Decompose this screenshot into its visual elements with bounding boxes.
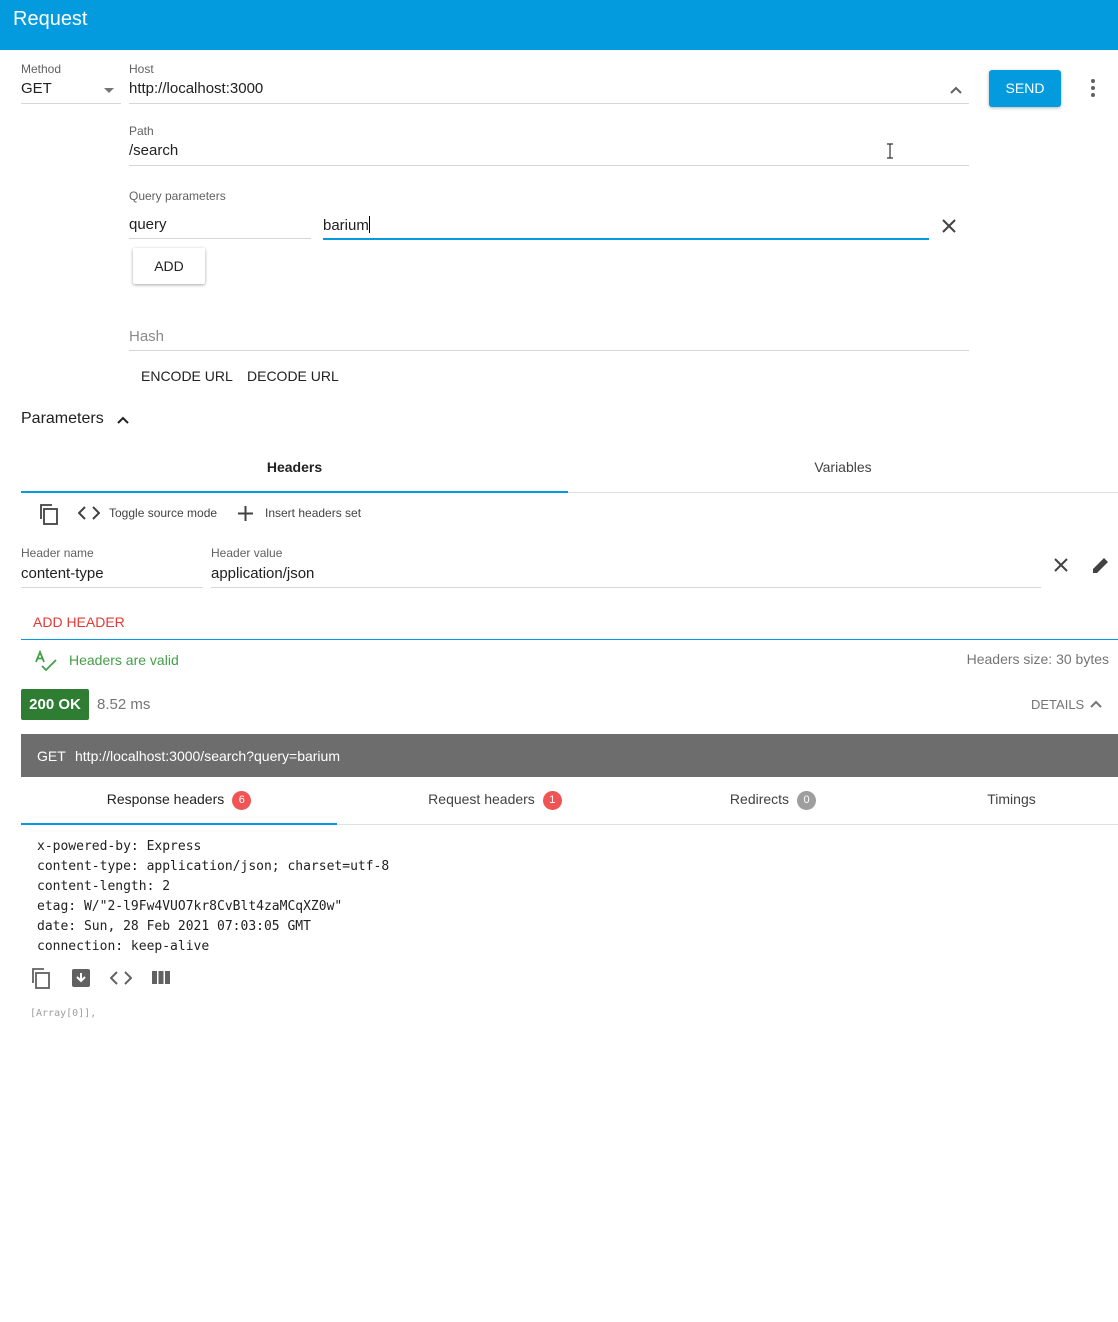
more-vert-icon[interactable] [1086,77,1100,99]
header-value-underline [211,587,1041,588]
tab-headers[interactable]: Headers [21,459,568,475]
header-name-label: Header name [21,546,94,560]
tab-active-indicator [21,491,568,493]
response-tab-active-indicator [21,823,337,825]
add-header-button[interactable]: ADD HEADER [33,614,125,630]
add-icon[interactable] [237,505,254,522]
path-input[interactable]: /search [129,142,969,159]
app-title: Request [13,8,88,30]
query-param-value-underline [323,238,929,240]
text-cursor-icon [887,143,893,159]
method-label: Method [21,62,62,76]
response-header-line: etag: W/"2-l9Fw4VUO7kr8CvBlt4zaMCqXZ0w" [37,899,343,914]
method-select[interactable]: GET [21,80,121,104]
toggle-source-mode-button[interactable]: Toggle source mode [109,506,217,520]
query-param-name-underline [129,238,311,239]
tab-variables[interactable]: Variables [568,459,1118,475]
response-method: GET [37,748,66,764]
tab-redirects-label: Redirects [729,791,790,808]
save-icon[interactable] [71,968,91,988]
tab-timings[interactable]: Timings [905,791,1118,807]
status-badge: 200 OK [21,689,89,720]
headers-valid-text: Headers are valid [69,652,179,668]
parameters-toggle[interactable]: Parameters [21,410,104,428]
chevron-up-icon[interactable] [116,413,130,427]
response-url: http://localhost:3000/search?query=bariu… [75,748,340,764]
header-name-underline [21,587,203,588]
copy-icon[interactable] [30,967,52,989]
host-label: Host [129,62,154,76]
response-header-line: x-powered-by: Express [37,839,202,854]
tab-response-headers-label: Response headers [106,791,225,808]
close-icon[interactable] [1053,557,1069,573]
response-headers-count-badge: 6 [232,791,252,810]
redirects-count-badge: 0 [797,791,817,810]
tab-request-headers-label: Request headers [428,791,535,808]
host-input[interactable]: http://localhost:3000 [129,80,929,97]
response-body-preview: [Array[0]], [30,1008,97,1019]
response-header-line: date: Sun, 28 Feb 2021 07:03:05 GMT [37,919,311,934]
details-toggle[interactable]: DETAILS [1031,697,1084,712]
tab-request-headers[interactable]: Request headers 1 [337,791,653,810]
response-header-line: connection: keep-alive [37,939,210,954]
query-param-name-input[interactable]: query [129,216,309,233]
path-label: Path [129,124,154,138]
response-time: 8.52 ms [97,696,151,713]
add-query-param-button[interactable]: ADD [133,248,205,284]
code-icon[interactable] [78,505,100,521]
chevron-up-icon[interactable] [949,83,963,97]
code-icon[interactable] [110,970,132,986]
query-params-label: Query parameters [129,189,226,203]
response-url-bar: GET http://localhost:3000/search?query=b… [21,734,1118,777]
app-bar: Request [0,0,1118,50]
hash-input[interactable]: Hash [129,328,164,345]
path-underline [129,165,969,166]
query-param-value-text: barium [323,217,369,234]
host-underline [129,103,969,104]
response-header-line: content-length: 2 [37,879,171,894]
header-name-input[interactable]: content-type [21,565,201,582]
request-headers-count-badge: 1 [542,791,562,810]
dropdown-arrow-icon [104,88,114,93]
spellcheck-icon [35,650,57,672]
caret [368,216,370,233]
close-icon[interactable] [941,218,957,234]
tab-redirects[interactable]: Redirects 0 [653,791,893,810]
decode-url-button[interactable]: DECODE URL [247,368,339,384]
encode-url-button[interactable]: ENCODE URL [141,368,233,384]
parameters-title: Parameters [21,410,104,427]
hash-underline [129,350,969,351]
chevron-up-icon[interactable] [1090,698,1102,710]
headers-editor-divider [21,639,1118,640]
response-headers-list: x-powered-by: Express content-type: appl… [37,837,389,957]
method-value: GET [21,80,52,97]
header-value-input[interactable]: application/json [211,565,1031,582]
edit-icon[interactable] [1091,556,1110,575]
send-button[interactable]: SEND [989,70,1061,107]
method-underline [21,103,121,104]
columns-icon[interactable] [151,970,171,985]
tab-response-headers[interactable]: Response headers 6 [21,791,337,810]
insert-headers-set-button[interactable]: Insert headers set [265,506,361,520]
headers-size-text: Headers size: 30 bytes [966,651,1109,667]
copy-icon[interactable] [38,503,60,525]
response-header-line: content-type: application/json; charset=… [37,859,390,874]
query-param-value-input[interactable]: barium [323,216,923,234]
header-value-label: Header value [211,546,283,560]
details-label: DETAILS [1031,697,1085,712]
